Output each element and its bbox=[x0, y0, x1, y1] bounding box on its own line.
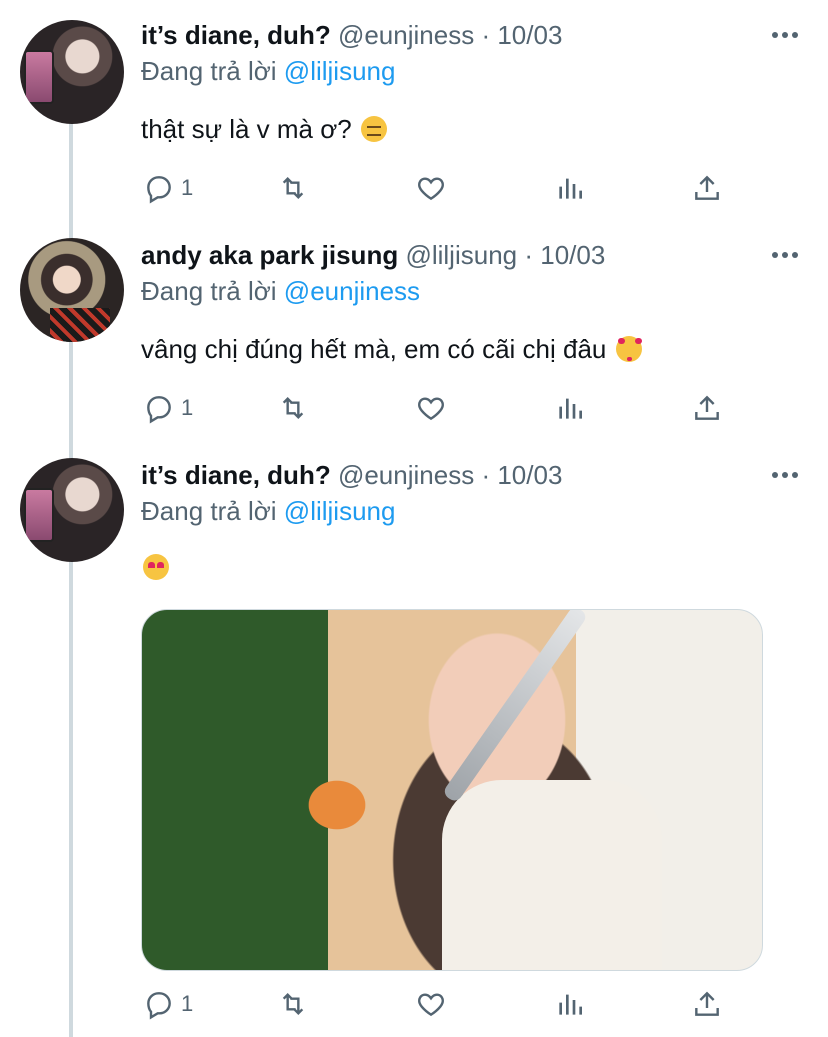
share-icon bbox=[695, 991, 719, 1016]
tweet-date[interactable]: 10/03 bbox=[497, 20, 562, 50]
reply-button[interactable]: 1 bbox=[143, 388, 193, 428]
action-bar: 1 bbox=[141, 388, 741, 428]
replying-to: Đang trả lời @liljisung bbox=[141, 494, 395, 528]
reply-icon bbox=[147, 992, 171, 1020]
display-name[interactable]: it’s diane, duh? bbox=[141, 460, 331, 490]
mention-link[interactable]: @liljisung bbox=[284, 56, 396, 86]
tweet-text: thật sự là v mà ơ? bbox=[141, 112, 387, 146]
replying-to: Đang trả lời @liljisung bbox=[141, 54, 395, 88]
reply-icon bbox=[147, 396, 171, 424]
tweet-header: it’s diane, duh? @eunjiness · 10/03 bbox=[141, 458, 562, 492]
like-button[interactable] bbox=[415, 388, 447, 428]
tweet-text: vâng chị đúng hết mà, em có cãi chị đâu bbox=[141, 332, 642, 366]
like-button[interactable] bbox=[415, 984, 447, 1024]
reply-button[interactable]: 1 bbox=[143, 168, 193, 208]
replying-to-label: Đang trả lời bbox=[141, 496, 277, 526]
reply-count: 1 bbox=[181, 991, 194, 1016]
replying-to-label: Đang trả lời bbox=[141, 276, 277, 306]
avatar[interactable] bbox=[20, 238, 124, 342]
tweet-text-content: vâng chị đúng hết mà, em có cãi chị đâu bbox=[141, 334, 607, 364]
retweet-button[interactable] bbox=[277, 168, 309, 208]
tweet-text bbox=[141, 550, 169, 584]
like-icon bbox=[418, 177, 444, 201]
reply-count: 1 bbox=[181, 175, 194, 200]
retweet-icon bbox=[282, 992, 304, 1016]
replying-to: Đang trả lời @eunjiness bbox=[141, 274, 420, 308]
more-icon[interactable] bbox=[772, 472, 798, 478]
like-icon bbox=[418, 993, 444, 1017]
action-bar: 1 bbox=[141, 984, 741, 1024]
retweet-icon bbox=[282, 396, 304, 420]
tweet[interactable]: andy aka park jisung @liljisung · 10/03 … bbox=[0, 238, 828, 438]
separator: · bbox=[481, 20, 491, 50]
analytics-button[interactable] bbox=[554, 388, 586, 428]
user-handle[interactable]: @liljisung bbox=[405, 240, 517, 270]
analytics-icon bbox=[559, 178, 582, 199]
tweet-header: it’s diane, duh? @eunjiness · 10/03 bbox=[141, 18, 562, 52]
reply-count: 1 bbox=[181, 395, 194, 420]
heart-eyes-face-emoji bbox=[143, 554, 169, 580]
share-button[interactable] bbox=[691, 984, 723, 1024]
share-button[interactable] bbox=[691, 388, 723, 428]
more-icon[interactable] bbox=[772, 32, 798, 38]
like-button[interactable] bbox=[415, 168, 447, 208]
tweet-header: andy aka park jisung @liljisung · 10/03 bbox=[141, 238, 605, 272]
retweet-button[interactable] bbox=[277, 984, 309, 1024]
user-handle[interactable]: @eunjiness bbox=[338, 20, 474, 50]
tweet-date[interactable]: 10/03 bbox=[497, 460, 562, 490]
tweet[interactable]: it’s diane, duh? @eunjiness · 10/03 Đang… bbox=[0, 18, 828, 218]
separator: · bbox=[524, 240, 534, 270]
avatar[interactable] bbox=[20, 20, 124, 124]
mention-link[interactable]: @liljisung bbox=[284, 496, 396, 526]
display-name[interactable]: it’s diane, duh? bbox=[141, 20, 331, 50]
user-handle[interactable]: @eunjiness bbox=[338, 460, 474, 490]
analytics-icon bbox=[559, 398, 582, 419]
analytics-icon bbox=[559, 994, 582, 1015]
share-icon bbox=[695, 395, 719, 420]
separator: · bbox=[481, 460, 491, 490]
like-icon bbox=[418, 397, 444, 421]
retweet-icon bbox=[282, 176, 304, 200]
retweet-button[interactable] bbox=[277, 388, 309, 428]
tweet-date[interactable]: 10/03 bbox=[540, 240, 605, 270]
image-subject bbox=[442, 780, 662, 970]
more-icon[interactable] bbox=[772, 252, 798, 258]
analytics-button[interactable] bbox=[554, 984, 586, 1024]
tweet-text-content: thật sự là v mà ơ? bbox=[141, 114, 352, 144]
share-icon bbox=[695, 175, 719, 200]
display-name[interactable]: andy aka park jisung bbox=[141, 240, 398, 270]
image-detail bbox=[441, 610, 589, 804]
smiling-face-with-hearts-emoji bbox=[615, 336, 642, 362]
analytics-button[interactable] bbox=[554, 168, 586, 208]
reply-icon bbox=[147, 176, 171, 204]
tweet-media-image[interactable] bbox=[141, 609, 763, 971]
action-bar: 1 bbox=[141, 168, 741, 208]
share-button[interactable] bbox=[691, 168, 723, 208]
mention-link[interactable]: @eunjiness bbox=[284, 276, 420, 306]
avatar[interactable] bbox=[20, 458, 124, 562]
replying-to-label: Đang trả lời bbox=[141, 56, 277, 86]
reply-button[interactable]: 1 bbox=[143, 984, 193, 1024]
unamused-face-emoji bbox=[361, 116, 387, 142]
